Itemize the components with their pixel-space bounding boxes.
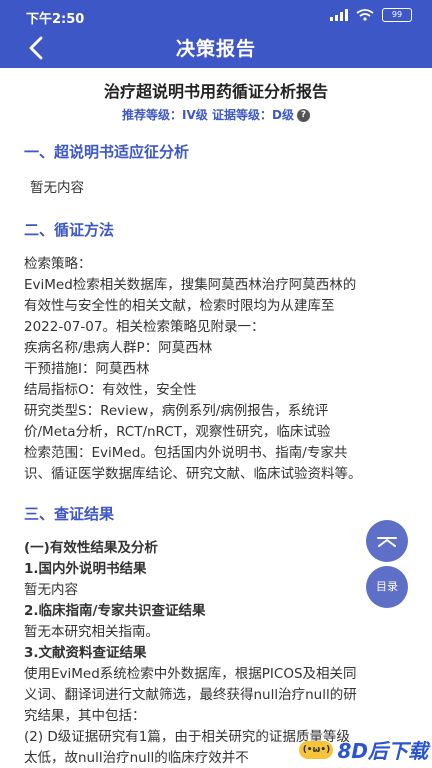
wifi-icon [356,9,374,21]
battery-icon: 99 [382,8,412,22]
watermark-badge: (•ω•) [299,740,334,759]
grade-text: 推荐等级：IV级 证据等级：D级 [122,108,294,122]
text-line: 义词、翻译词进行文献筛选，最终获得null治疗null的研 [24,687,357,703]
text-line: 有效性与安全性的相关文献，检索时限均为从建库至 [24,298,335,314]
section-title-1: 一、超说明书适应征分析 [24,143,190,161]
text-line: 疾病名称/患病人群P：阿莫西林 [24,340,213,356]
status-time: 下午2:50 [26,12,85,27]
text-line: 检索范围：EviMed。包括国内外说明书、指南/专家共 [24,445,348,461]
text-line: 究结果，其中包括： [24,708,146,724]
signal-icon [330,9,348,21]
text-line: 识、循证医学数据库结论、研究文献、临床试验资料等。 [24,466,362,482]
scroll-top-button[interactable] [366,520,408,562]
report-title: 治疗超说明书用药循证分析报告 [103,82,328,101]
subsection-title: 2.临床指南/专家共识查证结果 [24,603,206,619]
subsection-title: (一)有效性结果及分析 [24,540,158,556]
section-title-2: 二、循证方法 [24,221,115,239]
watermark: (•ω•) 8D后下载 [299,735,428,764]
text-line: 研究类型S：Review，病例系列/病例报告，系统评 [24,403,329,419]
subsection-title: 3.文献资料查证结果 [24,645,147,661]
text-line: 结局指标O：有效性，安全性 [24,382,197,398]
status-icons: 99 [330,8,412,22]
help-icon[interactable]: ? [296,109,310,122]
status-bar: 下午2:50 99 [0,0,432,30]
section-body-2: 检索策略： EviMed检索相关数据库，搜集阿莫西林治疗阿莫西林的 有效性与安全… [0,254,432,485]
text-line: 价/Meta分析，RCT/nRCT，观察性研究，临床试验 [24,424,331,440]
top-bar: 下午2:50 99 决策报告 [0,0,432,68]
text-line: 干预措施I：阿莫西林 [24,361,150,377]
page-title: 决策报告 [175,38,256,60]
report-content[interactable]: 治疗超说明书用药循证分析报告 推荐等级：IV级 证据等级：D级? 一、超说明书适… [0,68,432,768]
chevron-up-icon [377,537,397,547]
subsection-title: 1.国内外说明书结果 [24,561,147,577]
text-line: 2022-07-07。相关检索策略见附录一： [24,319,265,335]
text-line: 检索策略： [24,256,92,272]
text-line: 暂无本研究相关指南。 [24,624,159,640]
section-body-3: (一)有效性结果及分析 1.国内外说明书结果 暂无内容 2.临床指南/专家共识查… [0,538,432,768]
text-line: 使用EviMed系统检索中外数据库，根据PICOS及相关同 [24,666,357,682]
watermark-text: 8D后下载 [337,739,428,763]
text-line: 暂无内容 [24,582,78,598]
toc-button[interactable]: 目录 [366,566,408,608]
text-line: EviMed检索相关数据库，搜集阿莫西林治疗阿莫西林的 [24,277,357,293]
report-grade: 推荐等级：IV级 证据等级：D级? [0,106,432,123]
section-body-1: 暂无内容 [30,180,84,196]
nav-bar: 决策报告 [0,30,432,68]
